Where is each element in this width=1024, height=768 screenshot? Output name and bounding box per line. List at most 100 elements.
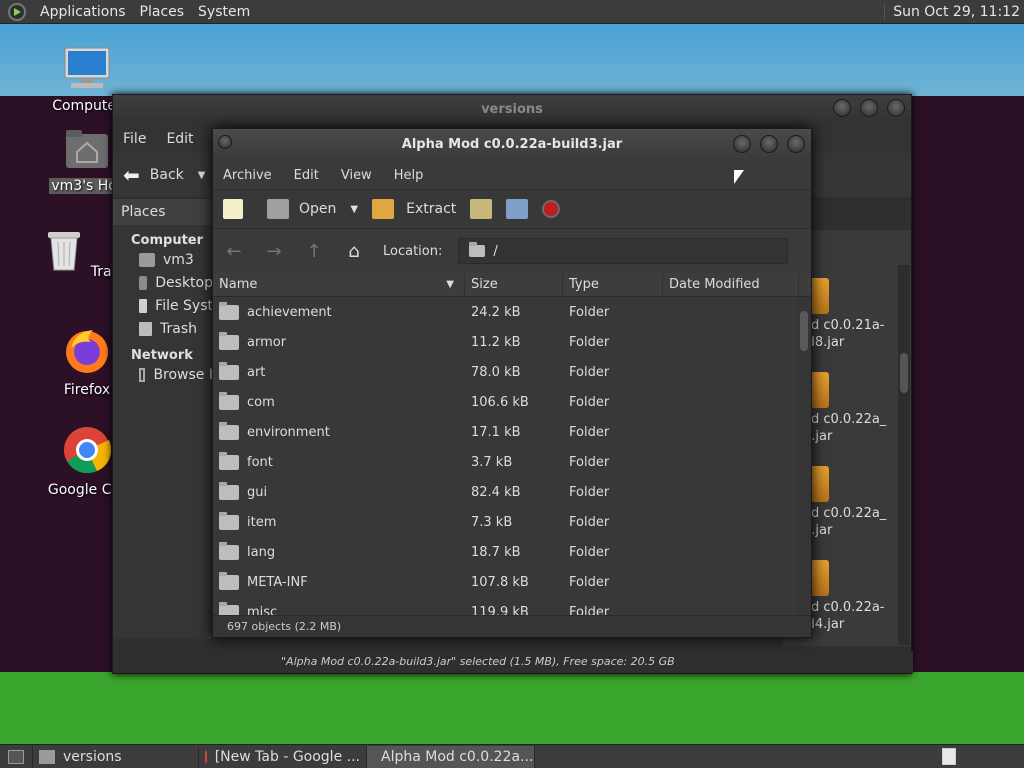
- home-icon[interactable]: ⌂: [343, 240, 365, 262]
- sidebar-item-desktop[interactable]: Desktop: [113, 271, 213, 294]
- scrollbar-thumb[interactable]: [900, 353, 908, 393]
- menu-help[interactable]: Help: [394, 168, 424, 183]
- applications-menu[interactable]: Applications: [40, 4, 126, 20]
- menu-edit[interactable]: Edit: [294, 168, 319, 183]
- back-arrow-icon[interactable]: ←: [223, 240, 245, 262]
- table-row[interactable]: lang 18.7 kB Folder: [213, 537, 811, 567]
- archive-toolbar: Open ▼ Extract: [213, 189, 811, 229]
- file-name-line: od c0.0.21a-: [803, 318, 885, 333]
- trash-icon: [48, 232, 81, 271]
- file-name: META-INF: [247, 574, 308, 590]
- close-button[interactable]: [787, 135, 805, 153]
- scrollbar-thumb[interactable]: [800, 311, 808, 351]
- cell-name: armor: [213, 331, 465, 350]
- versions-titlebar[interactable]: versions: [113, 95, 911, 125]
- cell-size: 119.9 kB: [471, 604, 529, 616]
- file-item[interactable]: od c0.0.21a- ld8.jar: [803, 278, 913, 351]
- new-archive-icon: [223, 199, 243, 219]
- cell-type: Folder: [569, 484, 610, 500]
- archive-window[interactable]: Alpha Mod c0.0.22a-build3.jar Archive Ed…: [212, 128, 812, 638]
- window-menu-button[interactable]: [218, 135, 232, 149]
- table-row[interactable]: item 7.3 kB Folder: [213, 507, 811, 537]
- table-row[interactable]: environment 17.1 kB Folder: [213, 417, 811, 447]
- table-row[interactable]: gui 82.4 kB Folder: [213, 477, 811, 507]
- table-row[interactable]: font 3.7 kB Folder: [213, 447, 811, 477]
- sidebar-item-trash[interactable]: Trash: [113, 317, 213, 340]
- table-row[interactable]: armor 11.2 kB Folder: [213, 327, 811, 357]
- minimize-button[interactable]: [833, 99, 851, 117]
- add-files-button[interactable]: [470, 199, 493, 219]
- cell-name: lang: [213, 541, 465, 560]
- list-header: Name ▼ Size Type Date Modified: [213, 273, 811, 297]
- back-button[interactable]: Back: [150, 167, 184, 183]
- maximize-button[interactable]: [760, 135, 778, 153]
- sidebar-item-browse-network[interactable]: Browse I: [113, 363, 213, 386]
- show-desktop-button[interactable]: [0, 745, 33, 768]
- menu-file[interactable]: File: [123, 131, 146, 147]
- back-arrow-icon[interactable]: ⬅: [123, 163, 140, 187]
- table-row[interactable]: META-INF 107.8 kB Folder: [213, 567, 811, 597]
- sidebar-item-home[interactable]: vm3: [113, 248, 213, 271]
- stop-button[interactable]: [542, 200, 561, 218]
- cell-size: 17.1 kB: [471, 424, 521, 440]
- location-field[interactable]: /: [458, 238, 789, 264]
- file-list[interactable]: achievement 24.2 kB Folder armor 11.2 kB Fold…: [213, 297, 811, 615]
- menu-edit[interactable]: Edit: [166, 131, 193, 147]
- taskbar-item-chrome[interactable]: [New Tab - Google ...: [199, 745, 367, 768]
- column-label: Date Modified: [669, 277, 760, 292]
- menu-view[interactable]: View: [341, 168, 372, 183]
- add-folder-button[interactable]: [506, 199, 529, 219]
- sidebar-item-filesystem[interactable]: File Syst: [113, 294, 213, 317]
- sidebar-item-label: Trash: [160, 321, 197, 337]
- file-item[interactable]: od c0.0.22a_ 1.jar: [803, 372, 913, 445]
- up-arrow-icon[interactable]: ↑: [303, 240, 325, 262]
- gnome-foot-icon[interactable]: [8, 2, 26, 21]
- sort-down-icon: ▼: [446, 279, 454, 290]
- table-row[interactable]: com 106.6 kB Folder: [213, 387, 811, 417]
- sidebar-item-label: vm3: [163, 252, 194, 268]
- forward-arrow-icon[interactable]: →: [263, 240, 285, 262]
- taskbar-item-versions[interactable]: versions: [33, 745, 199, 768]
- cell-name: gui: [213, 481, 465, 500]
- column-header-name[interactable]: Name ▼: [213, 273, 465, 296]
- menu-archive[interactable]: Archive: [223, 168, 272, 183]
- mouse-cursor: [734, 170, 744, 184]
- cell-type: Folder: [569, 604, 610, 616]
- column-header-type[interactable]: Type: [563, 273, 663, 296]
- location-value: /: [493, 243, 498, 259]
- minimize-button[interactable]: [733, 135, 751, 153]
- table-row[interactable]: misc 119.9 kB Folder: [213, 597, 811, 615]
- file-name-line: ld8.jar: [803, 335, 845, 350]
- back-dropdown-icon[interactable]: ▼: [198, 170, 206, 181]
- places-header[interactable]: Places: [113, 199, 213, 225]
- maximize-button[interactable]: [860, 99, 878, 117]
- workspace-switcher[interactable]: [942, 748, 956, 765]
- open-dropdown-button[interactable]: ▼: [350, 204, 358, 215]
- taskbar-item-archive[interactable]: Alpha Mod c0.0.22a...: [367, 745, 535, 768]
- top-panel-menu: Applications Places System: [8, 2, 264, 21]
- table-row[interactable]: achievement 24.2 kB Folder: [213, 297, 811, 327]
- system-menu[interactable]: System: [198, 4, 250, 20]
- open-button[interactable]: Open: [267, 199, 336, 219]
- cell-type: Folder: [569, 454, 610, 470]
- clock[interactable]: Sun Oct 29, 11:12: [884, 4, 1020, 20]
- table-row[interactable]: art 78.0 kB Folder: [213, 357, 811, 387]
- close-button[interactable]: [887, 99, 905, 117]
- vertical-scrollbar[interactable]: [797, 297, 811, 615]
- file-item[interactable]: od c0.0.22a- ld4.jar: [803, 560, 913, 633]
- places-menu[interactable]: Places: [140, 4, 185, 20]
- file-name: achievement: [247, 304, 332, 320]
- vertical-scrollbar[interactable]: [898, 265, 910, 645]
- file-name: gui: [247, 484, 268, 500]
- stop-icon: [542, 200, 561, 218]
- file-name-line: 5.jar: [803, 523, 833, 538]
- extract-button[interactable]: Extract: [372, 199, 456, 219]
- archive-titlebar[interactable]: Alpha Mod c0.0.22a-build3.jar: [213, 129, 811, 161]
- folder-icon: [219, 421, 239, 440]
- new-archive-button[interactable]: [223, 199, 253, 219]
- column-header-date-modified[interactable]: Date Modified: [663, 273, 799, 296]
- file-item[interactable]: od c0.0.22a_ 5.jar: [803, 466, 913, 539]
- column-header-size[interactable]: Size: [465, 273, 563, 296]
- filesystem-icon: [139, 299, 148, 313]
- file-name-line: ld4.jar: [803, 617, 845, 632]
